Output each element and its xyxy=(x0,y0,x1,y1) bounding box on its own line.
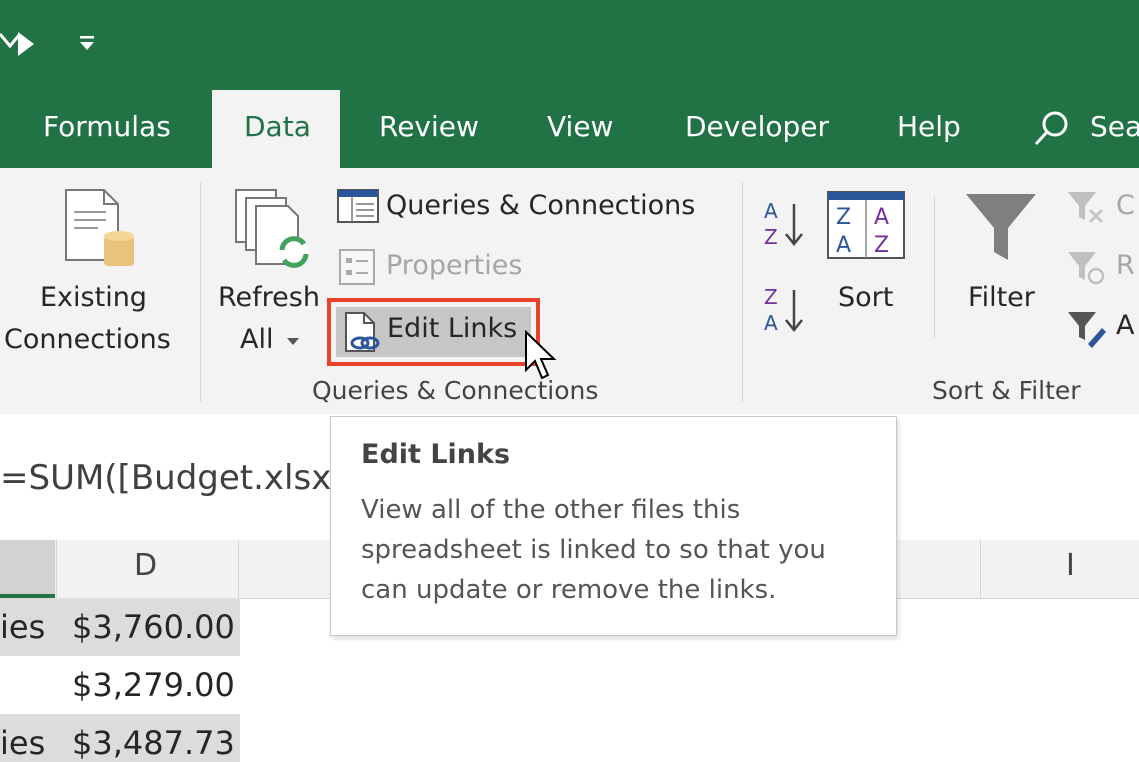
redo-icon[interactable] xyxy=(0,24,40,64)
existing-connections-button[interactable]: Existing Connections xyxy=(0,180,200,370)
filter-label: Filter xyxy=(968,282,1035,313)
tab-data-label: Data xyxy=(244,110,311,143)
sort-z-to-a-button[interactable]: Z A xyxy=(760,282,810,342)
tab-developer[interactable]: Developer xyxy=(685,110,829,143)
advanced-filter-label: A xyxy=(1116,310,1135,341)
cell-d-row2[interactable]: $3,279.00 xyxy=(72,666,235,704)
reapply-filter-label: R xyxy=(1116,250,1135,281)
tooltip-description-line-1: View all of the other files this xyxy=(361,495,741,525)
queries-connections-group-label: Queries & Connections xyxy=(312,376,599,405)
clear-filter-label: C xyxy=(1116,190,1135,221)
group-separator xyxy=(200,182,201,402)
existing-connections-label-2: Connections xyxy=(4,324,171,355)
existing-connections-label-1: Existing xyxy=(40,282,147,313)
sort-z-a-icon: Z A xyxy=(764,285,803,335)
refresh-icon xyxy=(235,189,309,268)
tab-data[interactable]: Data xyxy=(212,90,340,170)
refresh-all-button[interactable]: Refresh All xyxy=(212,180,322,370)
cell-c-row1[interactable]: ies xyxy=(0,608,45,646)
tab-review[interactable]: Review xyxy=(379,110,479,143)
dropdown-arrow-icon xyxy=(287,338,299,345)
properties-label: Properties xyxy=(386,250,523,281)
column-header-c-selected[interactable] xyxy=(0,540,55,598)
tooltip-description-line-3: can update or remove the links. xyxy=(361,575,777,605)
svg-text:A: A xyxy=(836,233,851,258)
svg-text:Z: Z xyxy=(874,233,889,258)
cell-d-row3[interactable]: $3,487.73 xyxy=(72,724,235,762)
column-i-label[interactable]: I xyxy=(1066,548,1075,583)
tab-view[interactable]: View xyxy=(547,110,613,143)
group-separator xyxy=(934,196,935,338)
edit-links-tooltip: Edit Links View all of the other files t… xyxy=(330,416,897,636)
tab-help[interactable]: Help xyxy=(897,110,961,143)
svg-text:Z: Z xyxy=(836,205,851,230)
column-d-label: D xyxy=(134,548,158,583)
svg-text:A: A xyxy=(874,205,889,230)
queries-connections-button[interactable]: Queries & Connections xyxy=(334,186,724,230)
reapply-filter-icon xyxy=(1068,252,1105,285)
cell-d-row1[interactable]: $3,760.00 xyxy=(72,608,235,646)
sort-button[interactable]: Z A A Z Sort xyxy=(826,188,908,338)
reapply-filter-button[interactable]: R xyxy=(1064,248,1139,288)
edit-links-icon xyxy=(345,312,380,352)
sort-a-to-z-button[interactable]: A Z xyxy=(760,196,810,256)
tell-me-search[interactable]: Sea xyxy=(1090,110,1139,143)
tooltip-title: Edit Links xyxy=(361,439,511,470)
sort-a-z-icon: A Z xyxy=(764,199,803,249)
edit-links-label: Edit Links xyxy=(387,313,518,344)
svg-text:A: A xyxy=(764,199,778,223)
tooltip-description-line-2: spreadsheet is linked to so that you xyxy=(361,535,826,565)
svg-text:Z: Z xyxy=(764,225,778,249)
advanced-filter-button[interactable]: A xyxy=(1064,308,1139,348)
filter-funnel-icon xyxy=(966,194,1036,260)
clear-filter-button[interactable]: C xyxy=(1064,188,1139,228)
sort-dialog-icon: Z A A Z xyxy=(827,191,905,259)
filter-button[interactable]: Filter xyxy=(956,188,1046,338)
sort-filter-group-label: Sort & Filter xyxy=(932,376,1081,405)
svg-text:Z: Z xyxy=(764,285,778,309)
clear-filter-icon xyxy=(1068,192,1103,223)
queries-connections-label: Queries & Connections xyxy=(386,190,696,221)
advanced-filter-icon xyxy=(1068,312,1106,348)
column-divider xyxy=(980,540,981,598)
edit-links-button[interactable]: Edit Links xyxy=(336,307,531,357)
formula-text[interactable]: =SUM([Budget.xlsx]Sl xyxy=(0,458,376,498)
tab-formulas[interactable]: Formulas xyxy=(43,110,171,143)
customize-toolbar-icon[interactable] xyxy=(78,34,98,54)
sort-label: Sort xyxy=(838,282,894,313)
properties-icon xyxy=(339,249,375,285)
existing-connections-icon xyxy=(65,189,134,266)
queries-connections-icon xyxy=(337,189,379,223)
properties-button[interactable]: Properties xyxy=(334,246,534,290)
cell-c-row3[interactable]: ies xyxy=(0,724,45,762)
refresh-all-label-2: All xyxy=(240,324,274,355)
refresh-all-label-1: Refresh xyxy=(218,282,320,313)
search-icon[interactable] xyxy=(1033,108,1073,148)
group-separator xyxy=(742,182,743,402)
svg-text:A: A xyxy=(764,311,778,335)
